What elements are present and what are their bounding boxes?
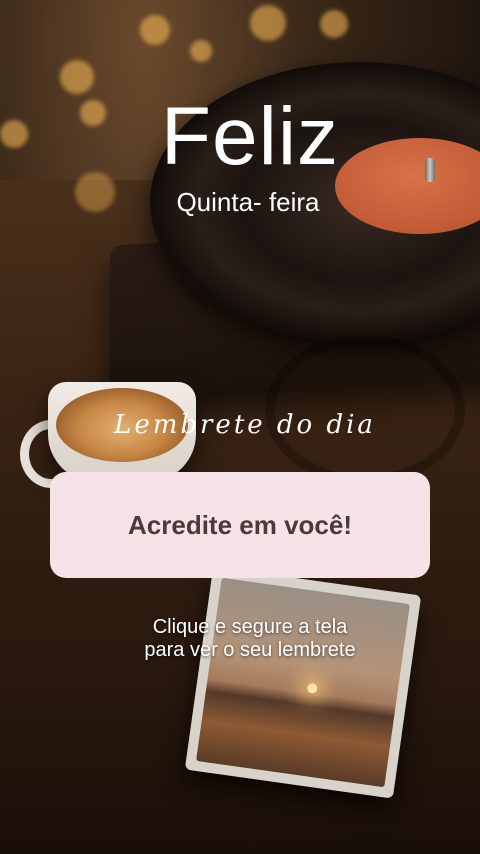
greeting-title: Feliz xyxy=(160,91,340,182)
hint-line-1: Clique e segure a tela xyxy=(152,616,348,638)
bokeh-light xyxy=(140,15,170,45)
sunset-photo xyxy=(196,577,410,788)
reminder-heading: Lembrete do dia xyxy=(114,410,376,440)
reminder-message: Acredite em você! xyxy=(128,509,352,540)
bokeh-light xyxy=(250,5,286,41)
reminder-card[interactable]: Acredite em você! xyxy=(50,472,430,578)
press-hold-hint: Clique e segure a tela para ver o seu le… xyxy=(0,616,480,662)
bokeh-light xyxy=(60,60,94,94)
greeting-subtitle: Quinta- feira xyxy=(176,187,320,217)
photo-card xyxy=(184,566,422,799)
bokeh-light xyxy=(320,10,348,38)
sun-icon xyxy=(306,682,318,694)
bokeh-light xyxy=(190,40,212,62)
story-screen[interactable]: Feliz Quinta- feira Lembrete do dia Acre… xyxy=(0,0,480,854)
hint-line-2: para ver o seu lembrete xyxy=(144,639,356,661)
